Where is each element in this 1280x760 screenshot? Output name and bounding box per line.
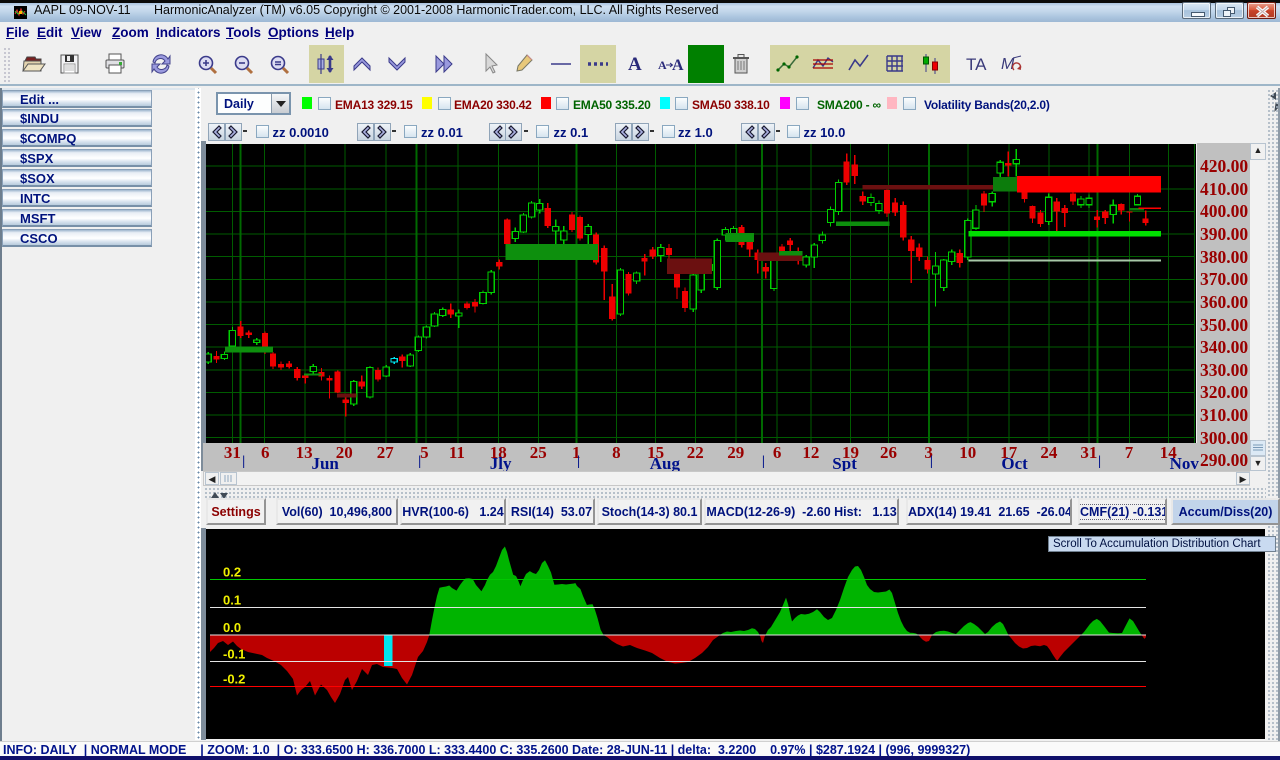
svg-text:TA: TA bbox=[966, 55, 987, 74]
svg-text:0.1: 0.1 bbox=[223, 593, 241, 608]
svg-text:A: A bbox=[658, 58, 667, 72]
svg-text:A: A bbox=[672, 57, 684, 74]
svg-text:0.0: 0.0 bbox=[223, 620, 241, 635]
svg-text:0.2: 0.2 bbox=[223, 565, 241, 580]
svg-text:-0.2: -0.2 bbox=[223, 672, 245, 687]
svg-text:A: A bbox=[628, 54, 642, 75]
svg-text:-0.1: -0.1 bbox=[223, 647, 245, 662]
